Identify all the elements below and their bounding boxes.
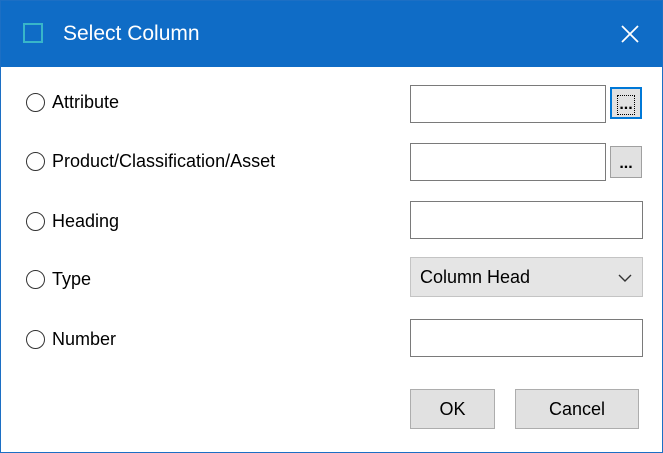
heading-label: Heading: [52, 211, 120, 231]
ellipsis-icon: ...: [617, 95, 635, 115]
cancel-button[interactable]: Cancel: [515, 389, 639, 429]
ok-button[interactable]: OK: [410, 389, 495, 429]
product-browse-button[interactable]: ...: [610, 146, 642, 178]
heading-field[interactable]: [410, 201, 643, 239]
attribute-browse-button[interactable]: ...: [610, 87, 642, 119]
attribute-radio-option[interactable]: Attribute: [26, 92, 119, 113]
product-radio-option[interactable]: Product/Classification/Asset: [26, 151, 275, 172]
number-field[interactable]: [410, 319, 643, 357]
product-label: Product/Classification/Asset: [52, 151, 276, 171]
select-column-dialog: Select Column Attribute ... Product/Clas…: [0, 0, 663, 453]
number-label: Number: [52, 329, 117, 349]
heading-radio-option[interactable]: Heading: [26, 211, 119, 232]
number-radio-option[interactable]: Number: [26, 329, 116, 350]
close-button[interactable]: [598, 1, 662, 67]
close-icon: [621, 25, 639, 43]
type-selected-value: Column Head: [420, 266, 531, 287]
chevron-down-icon: [618, 274, 632, 282]
dialog-title: Select Column: [63, 22, 200, 45]
attribute-label: Attribute: [52, 92, 120, 112]
number-radio[interactable]: [26, 330, 45, 349]
type-radio[interactable]: [26, 270, 45, 289]
attribute-radio[interactable]: [26, 93, 45, 112]
title-bar: Select Column: [1, 1, 662, 67]
product-radio[interactable]: [26, 152, 45, 171]
type-select[interactable]: Column Head: [410, 257, 643, 297]
product-field[interactable]: [410, 143, 606, 181]
type-label: Type: [52, 269, 92, 289]
attribute-field[interactable]: [410, 85, 606, 123]
window-app-icon: [23, 23, 43, 43]
heading-radio[interactable]: [26, 212, 45, 231]
type-radio-option[interactable]: Type: [26, 269, 91, 290]
ellipsis-icon: ...: [619, 155, 633, 172]
